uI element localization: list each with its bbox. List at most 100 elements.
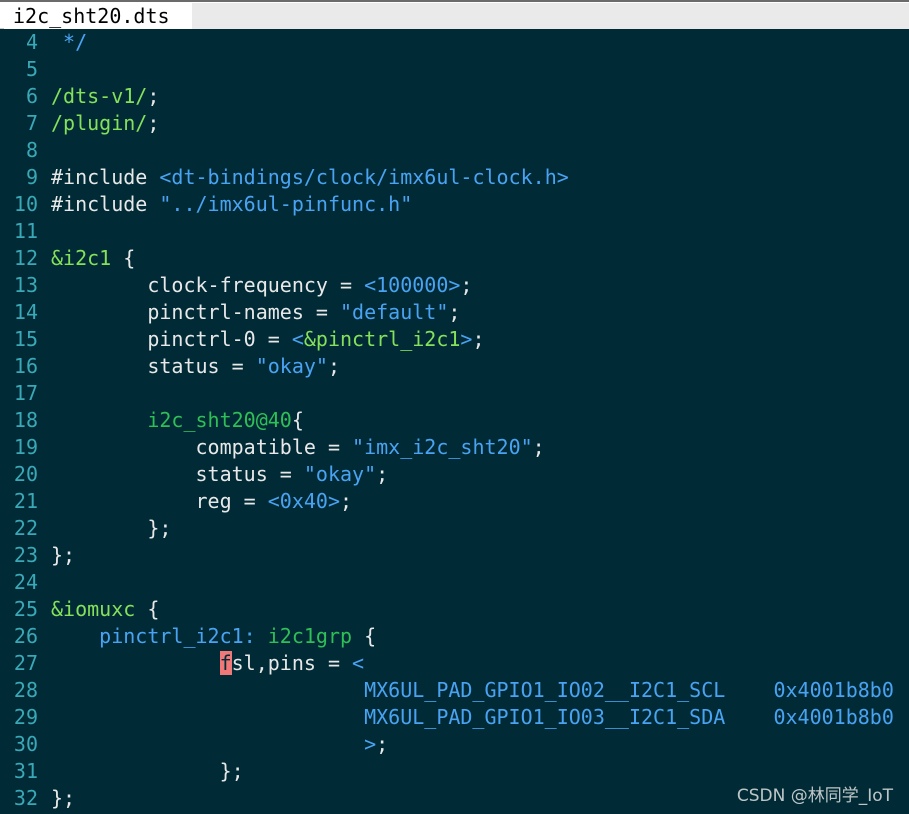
line-number: 28 [13,678,38,702]
code-token: ; [376,462,389,486]
code-line[interactable]: 4 */ [0,29,909,56]
line-number: 5 [25,57,38,81]
code-token: #include [51,192,160,216]
code-token: clock-frequency = [51,273,365,297]
line-code: #include "../imx6ul-pinfunc.h" [51,191,412,218]
code-token: compatible = [51,435,353,459]
code-line[interactable]: 16 status = "okay"; [0,353,909,380]
code-line[interactable]: 29 MX6UL_PAD_GPIO1_IO03__I2C1_SDA 0x4001… [0,704,909,731]
code-token: #include [51,165,160,189]
code-token: pinctrl_i2c1: [99,624,268,648]
line-number: 11 [13,219,38,243]
line-number: 32 [13,786,38,810]
line-number: 12 [13,246,38,270]
code-line[interactable]: 19 compatible = "imx_i2c_sht20"; [0,434,909,461]
code-line[interactable]: 30 >; [0,731,909,758]
editor-window: i2c_sht20.dts 4 */5 6/dts-v1/; 7/plugin/; 8… [0,0,909,814]
code-line[interactable]: 28 MX6UL_PAD_GPIO1_IO02__I2C1_SCL 0x4001… [0,677,909,704]
code-line[interactable]: 15 pinctrl-0 = <&pinctrl_i2c1>; [0,326,909,353]
code-token: }; [51,516,172,540]
code-line[interactable]: 23}; [0,542,909,569]
line-number: 10 [13,192,38,216]
line-code: compatible = "imx_i2c_sht20"; [51,434,544,461]
code-token: <dt-bindings/clock/imx6ul-clock.h> [159,165,569,189]
code-line[interactable]: 12 &i2c1 { [0,245,909,272]
code-token: sl,pins = [231,651,353,675]
code-line[interactable]: 21 reg = <0x40>; [0,488,909,515]
line-code: pinctrl_i2c1: i2c1grp { [51,623,376,650]
tab-i2c-sht20-dts[interactable]: i2c_sht20.dts [4,3,192,29]
line-code: }; [51,758,244,785]
code-token: > [460,327,473,351]
line-code: status = "okay"; [51,353,340,380]
code-line[interactable]: 14 pinctrl-names = "default"; [0,299,909,326]
code-token: ; [448,300,461,324]
code-token: ; [340,489,353,513]
line-number: 20 [13,462,38,486]
code-token: &pinctrl_i2c1 [303,327,461,351]
code-token: pinctrl-names = [51,300,340,324]
code-token: "imx_i2c_sht20" [352,435,533,459]
code-line[interactable]: 18 i2c_sht20@40{ [0,407,909,434]
code-line[interactable]: 6/dts-v1/; [0,83,909,110]
code-token: }; [51,543,76,567]
code-editor[interactable]: 4 */5 6/dts-v1/; 7/plugin/; 8 9 #include <dt-… [0,29,909,814]
code-token: &i2c1 [51,246,112,270]
code-token: ; [376,732,389,756]
tab-label: i2c_sht20.dts [13,4,170,28]
code-line[interactable]: 10 #include "../imx6ul-pinfunc.h" [0,191,909,218]
line-code: MX6UL_PAD_GPIO1_IO03__I2C1_SDA 0x4001b8b… [51,704,894,731]
line-number: 29 [13,705,38,729]
line-number: 23 [13,543,38,567]
code-token: status = [51,354,256,378]
line-number: 31 [13,759,38,783]
code-line[interactable]: 26 pinctrl_i2c1: i2c1grp { [0,623,909,650]
line-number: 24 [13,570,38,594]
code-line[interactable]: 24 [0,569,909,596]
code-token: */ [51,30,88,54]
line-number: 22 [13,516,38,540]
code-token: /plugin/ [51,111,148,135]
line-number: 9 [25,165,38,189]
line-code: reg = <0x40>; [51,488,352,515]
line-number: 13 [13,273,38,297]
code-line[interactable]: 9 #include <dt-bindings/clock/imx6ul-cloc… [0,164,909,191]
code-token: &iomuxc [51,597,136,621]
code-line[interactable]: 22 }; [0,515,909,542]
code-token: ; [460,273,473,297]
code-token: MX6UL_PAD_GPIO1_IO02__I2C1_SCL 0x4001b8b… [51,678,894,702]
line-number: 25 [13,597,38,621]
line-number: 16 [13,354,38,378]
line-number: 7 [25,111,38,135]
line-code: i2c_sht20@40{ [51,407,304,434]
code-line[interactable]: 13 clock-frequency = <100000>; [0,272,909,299]
code-token: pinctrl-0 = [51,327,292,351]
code-token: reg = [51,489,268,513]
code-token: { [291,408,304,432]
code-line[interactable]: 17 [0,380,909,407]
code-token: /dts-v1/ [51,84,148,108]
tab-bar-empty-area [192,3,909,29]
line-number: 19 [13,435,38,459]
code-line[interactable]: 5 [0,56,909,83]
code-token: i2c_sht20@40 [147,408,292,432]
code-token: }; [51,759,244,783]
line-code: fsl,pins = < [51,650,364,677]
code-line[interactable]: 20 status = "okay"; [0,461,909,488]
code-token: ; [147,84,160,108]
code-line[interactable]: 8 [0,137,909,164]
line-code: #include <dt-bindings/clock/imx6ul-clock… [51,164,569,191]
code-token: }; [51,786,76,810]
line-number: 30 [13,732,38,756]
code-token: { [111,246,136,270]
code-line[interactable]: 11 [0,218,909,245]
line-number: 17 [13,381,38,405]
code-line[interactable]: 7/plugin/; [0,110,909,137]
code-token: "okay" [303,462,377,486]
code-line[interactable]: 25 &iomuxc { [0,596,909,623]
watermark: CSDN @林同学_IoT [736,786,893,806]
tab-bar: i2c_sht20.dts [0,0,909,29]
code-line[interactable]: 27 fsl,pins = < [0,650,909,677]
